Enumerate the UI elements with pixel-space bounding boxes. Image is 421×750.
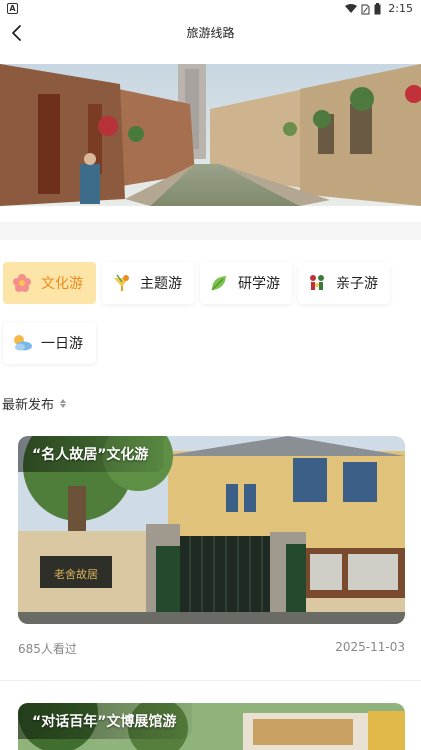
category-chip-family[interactable]: 亲子游 — [298, 262, 390, 304]
page-title: 旅游线路 — [186, 26, 235, 40]
route-card[interactable]: 老舍故居 “名人故居”文化游 — [18, 436, 405, 624]
category-label: 文化游 — [41, 276, 83, 292]
card-divider — [0, 680, 421, 681]
route-title: “对话百年”文博展馆游 — [18, 703, 193, 739]
view-count: 685人看过 — [18, 642, 77, 656]
battery-icon — [374, 3, 381, 15]
sort-arrows-icon — [60, 399, 67, 408]
route-title: “名人故居”文化游 — [18, 436, 165, 472]
hero-banner[interactable] — [0, 64, 421, 206]
category-label: 一日游 — [41, 336, 83, 352]
status-icons — [345, 3, 381, 15]
category-chip-day-trip[interactable]: 一日游 — [3, 322, 96, 364]
category-label: 研学游 — [238, 276, 280, 292]
section-divider — [0, 222, 421, 240]
sun-cloud-icon — [11, 332, 33, 354]
category-label: 亲子游 — [336, 276, 378, 292]
nav-bar: 旅游线路 — [0, 18, 421, 48]
sort-label: 最新发布 — [2, 398, 55, 413]
leaf-icon — [208, 272, 230, 294]
sim-icon — [361, 4, 370, 14]
category-chip-culture[interactable]: 文化游 — [3, 262, 96, 304]
sort-latest[interactable]: 最新发布 — [2, 394, 67, 413]
publish-date: 2025-11-03 — [335, 640, 405, 654]
sign-text: 老舍故居 — [54, 567, 98, 581]
cocktail-icon — [110, 272, 132, 294]
route-meta: 685人看过 2025-11-03 — [18, 640, 405, 657]
wifi-icon — [345, 4, 357, 13]
category-chip-study[interactable]: 研学游 — [200, 262, 292, 304]
category-chip-theme[interactable]: 主题游 — [102, 262, 194, 304]
status-bar: A 2:15 — [0, 0, 421, 18]
family-icon — [306, 272, 328, 294]
route-card[interactable]: “对话百年”文博展馆游 — [18, 703, 405, 750]
flower-icon — [11, 272, 33, 294]
notification-icon: A — [7, 3, 18, 14]
clock: 2:15 — [388, 2, 413, 15]
category-label: 主题游 — [140, 276, 182, 292]
